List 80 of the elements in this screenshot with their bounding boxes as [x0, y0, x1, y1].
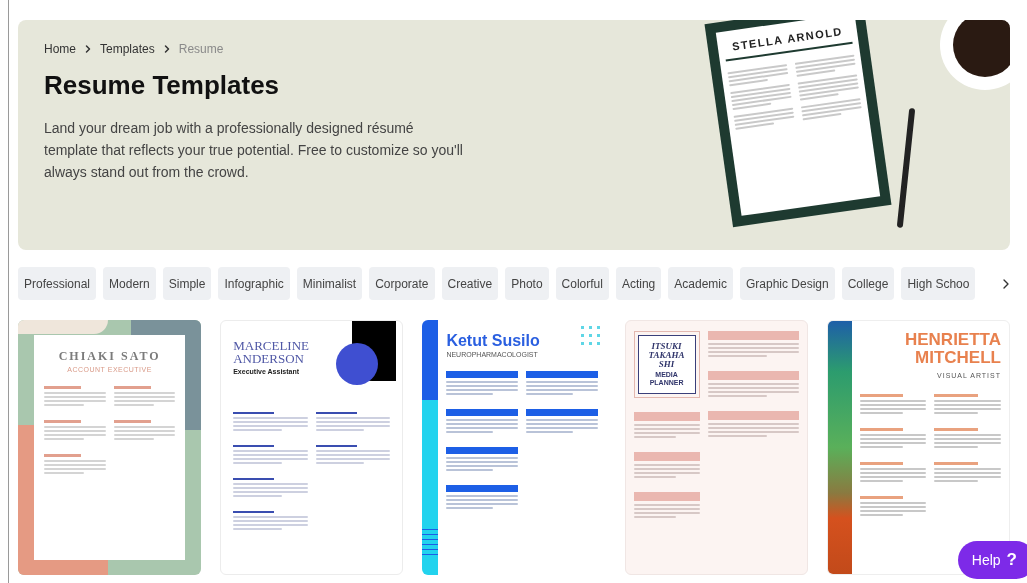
text-lines-drawing	[859, 433, 927, 448]
text-lines-drawing	[633, 424, 700, 438]
text-lines-drawing	[794, 54, 857, 77]
heading-bar	[633, 412, 700, 421]
category-tag[interactable]: Creative	[441, 267, 499, 300]
text-lines-drawing	[934, 399, 1001, 414]
heading-bar	[446, 484, 518, 492]
text-lines-drawing	[44, 391, 106, 406]
category-tag[interactable]: Corporate	[369, 267, 435, 300]
category-tag[interactable]: Graphic Design	[739, 267, 835, 300]
heading-bar	[315, 411, 357, 414]
heading-bar	[446, 408, 518, 416]
page-title: Resume Templates	[44, 69, 281, 102]
heading-bar	[633, 452, 700, 461]
text-lines-drawing	[733, 107, 795, 130]
category-tag[interactable]: College	[841, 267, 895, 300]
heading-bar	[113, 419, 151, 423]
resume-name: ITSUKI TAKAHA SHI	[647, 342, 686, 369]
heading-bar	[44, 419, 81, 423]
text-lines-drawing	[113, 425, 176, 440]
text-lines-drawing	[446, 456, 518, 471]
text-lines-drawing	[446, 494, 518, 509]
heading-bar	[934, 461, 978, 465]
heading-bar	[233, 411, 275, 414]
heading-bar	[859, 427, 904, 431]
help-button[interactable]: Help ?	[957, 541, 1027, 579]
text-lines-drawing	[113, 391, 176, 406]
text-lines-drawing	[526, 380, 598, 395]
heading-bar	[446, 446, 518, 454]
text-lines-drawing	[934, 433, 1001, 448]
category-tag[interactable]: Photo	[505, 267, 549, 300]
heading-bar	[44, 385, 81, 389]
page-description: Land your dream job with a professionally designed résumé template that reflects your true potential. Free to customize so you'll always stand out from the crowd.	[44, 119, 464, 182]
category-tag[interactable]: Acting	[615, 267, 662, 300]
heading-bar	[934, 393, 978, 397]
heading-bar	[233, 444, 275, 447]
heading-bar	[315, 444, 357, 447]
text-lines-drawing	[800, 97, 863, 120]
text-lines-drawing	[446, 380, 518, 395]
category-tag[interactable]: Modern	[103, 267, 156, 300]
text-lines-drawing	[633, 464, 700, 478]
text-lines-drawing	[44, 425, 106, 440]
heading-bar	[233, 477, 275, 480]
text-lines-drawing	[934, 467, 1001, 482]
heading-bar	[859, 393, 904, 397]
heading-bar	[233, 510, 275, 513]
category-tag[interactable]: Infographic	[218, 267, 290, 300]
text-lines-drawing	[446, 418, 518, 433]
category-tag[interactable]: Academic	[668, 267, 733, 300]
text-lines-drawing	[730, 83, 793, 110]
category-tag[interactable]: Minimalist	[296, 267, 363, 300]
text-lines-drawing	[859, 501, 927, 516]
heading-bar	[859, 461, 904, 465]
heading-bar	[633, 492, 700, 501]
heading-bar	[113, 385, 151, 389]
heading-bar	[526, 408, 598, 416]
heading-bar	[44, 453, 81, 457]
breadcrumb-link[interactable]: Home	[44, 40, 76, 58]
heading-bar	[859, 495, 904, 499]
resume-name: Ketut Susilo	[446, 332, 540, 350]
heading-bar	[446, 370, 518, 378]
category-tag[interactable]: Professional	[18, 267, 97, 300]
text-lines-drawing	[526, 418, 598, 433]
heading-bar	[934, 427, 978, 431]
resume-name: HENRIETTA MITCHELL	[903, 331, 1001, 367]
sample-resume-name: STELLA ARNOLD	[731, 24, 844, 55]
text-lines-drawing	[797, 73, 860, 101]
resume-name: CHIAKI SATO	[58, 348, 161, 365]
text-lines-drawing	[44, 459, 106, 474]
text-lines-drawing	[633, 504, 700, 518]
breadcrumb-link[interactable]: Templates	[100, 40, 155, 58]
category-tag[interactable]: High Schoo	[901, 267, 976, 300]
text-lines-drawing	[859, 467, 927, 482]
heading-bar	[526, 370, 598, 378]
category-tag[interactable]: Colorful	[555, 267, 609, 300]
text-lines-drawing	[859, 399, 927, 414]
category-tag[interactable]: Simple	[162, 267, 212, 300]
dot-grid-icon	[580, 326, 600, 345]
text-lines-drawing	[727, 63, 789, 86]
resume-name: MARCELINE ANDERSON	[233, 339, 311, 365]
